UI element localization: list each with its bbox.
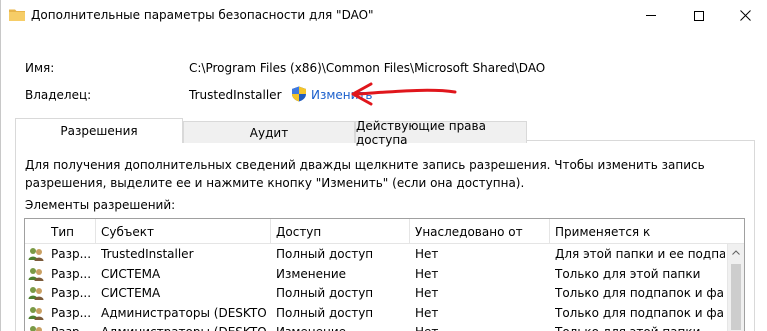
minimize-button[interactable] bbox=[628, 0, 674, 31]
owner-label: Владелец: bbox=[25, 88, 92, 102]
close-button[interactable] bbox=[722, 0, 767, 31]
column-divider[interactable] bbox=[270, 219, 271, 244]
applies-to: Только для этой папки bbox=[555, 266, 701, 281]
principal-name: Администраторы (DESKTOP-... bbox=[101, 305, 266, 320]
name-label: Имя: bbox=[25, 61, 55, 75]
column-header-access[interactable]: Доступ bbox=[276, 225, 321, 239]
minimize-icon bbox=[646, 15, 656, 16]
maximize-icon bbox=[694, 10, 704, 21]
table-row[interactable]: Разр... СИСТЕМА Полный доступ Нет Только для… bbox=[25, 284, 744, 303]
applies-to: Только для подпапок и фай... bbox=[555, 286, 725, 300]
column-header-inherited[interactable]: Унаследовано от bbox=[415, 225, 523, 239]
close-icon bbox=[739, 10, 751, 21]
object-path: C:\Program Files (x86)\Common Files\Micr… bbox=[189, 61, 546, 75]
users-group-icon bbox=[28, 267, 44, 281]
advanced-security-window: Дополнительные параметры безопасности дл… bbox=[0, 0, 767, 331]
principal-name: Администраторы (DESKTOP-... bbox=[101, 325, 266, 331]
instructions-text: Для получения дополнительных сведений дв… bbox=[25, 158, 705, 190]
title-bar[interactable]: Дополнительные параметры безопасности дл… bbox=[1, 0, 767, 31]
applies-to: Только для подпапок и фай... bbox=[555, 305, 725, 320]
table-header: Тип Субъект Доступ Унаследовано от Приме… bbox=[25, 219, 744, 244]
inherited-from: Нет bbox=[415, 286, 439, 300]
uac-shield-icon bbox=[292, 86, 306, 102]
column-divider[interactable] bbox=[409, 219, 410, 244]
maximize-button[interactable] bbox=[676, 0, 722, 31]
access-level: Полный доступ bbox=[276, 247, 374, 261]
users-group-icon bbox=[28, 248, 44, 261]
inherited-from: Нет bbox=[415, 305, 439, 320]
table-row[interactable]: Разр... Администраторы (DESKTOP-... Полный… bbox=[25, 304, 744, 323]
principal-name: СИСТЕМА bbox=[101, 266, 161, 281]
annotation-arrow-icon bbox=[351, 82, 457, 106]
chevron-up-icon bbox=[732, 250, 740, 255]
inherited-from: Нет bbox=[415, 325, 545, 331]
users-group-icon bbox=[30, 326, 42, 331]
vertical-scrollbar[interactable] bbox=[727, 244, 744, 331]
tab-permissions[interactable]: Разрешения bbox=[15, 118, 183, 143]
window-title: Дополнительные параметры безопасности дл… bbox=[31, 8, 374, 22]
column-divider[interactable] bbox=[549, 219, 550, 244]
access-level: Изменение bbox=[276, 266, 347, 281]
permission-entries-label: Элементы разрешений: bbox=[25, 198, 176, 212]
scroll-thumb[interactable] bbox=[731, 264, 741, 330]
principal-name: TrustedInstaller bbox=[101, 247, 194, 261]
permission-type: Разр... bbox=[51, 247, 92, 261]
access-level: Полный доступ bbox=[276, 305, 374, 320]
applies-to: Для этой папки и ее подпап... bbox=[555, 247, 725, 261]
permission-type: Разр... bbox=[51, 305, 92, 320]
scroll-up-button[interactable] bbox=[728, 244, 744, 261]
users-group-icon bbox=[28, 287, 44, 300]
permission-entries-table[interactable]: Тип Субъект Доступ Унаследовано от Приме… bbox=[24, 218, 745, 331]
access-level: Полный доступ bbox=[276, 286, 374, 300]
permission-type: Разр... bbox=[51, 286, 92, 300]
owner-value: TrustedInstaller bbox=[189, 88, 282, 102]
column-header-type[interactable]: Тип bbox=[51, 225, 74, 239]
table-row[interactable]: Разр... СИСТЕМА Изменение Нет Только для это… bbox=[25, 265, 744, 284]
column-divider[interactable] bbox=[95, 219, 96, 244]
column-header-subject[interactable]: Субъект bbox=[101, 225, 154, 239]
permission-type: Разр... bbox=[51, 266, 92, 281]
inherited-from: Нет bbox=[415, 247, 439, 261]
permission-type: Разр... bbox=[51, 325, 95, 331]
tab-effective-access[interactable]: Действующие права доступа bbox=[355, 119, 527, 147]
principal-name: СИСТЕМА bbox=[101, 286, 161, 300]
applies-to: Только для этой папки bbox=[555, 325, 725, 331]
users-group-icon bbox=[28, 306, 44, 320]
access-level: Изменение bbox=[276, 325, 406, 331]
table-row[interactable]: Разр... Администраторы (DESKTOP-... Измене… bbox=[25, 323, 744, 331]
table-row[interactable]: Разр... TrustedInstaller Полный доступ Нет Д… bbox=[25, 245, 744, 264]
folder-icon bbox=[9, 9, 25, 21]
inherited-from: Нет bbox=[415, 266, 439, 281]
column-header-applies-to[interactable]: Применяется к bbox=[555, 225, 650, 239]
tab-auditing[interactable]: Аудит bbox=[183, 121, 355, 143]
